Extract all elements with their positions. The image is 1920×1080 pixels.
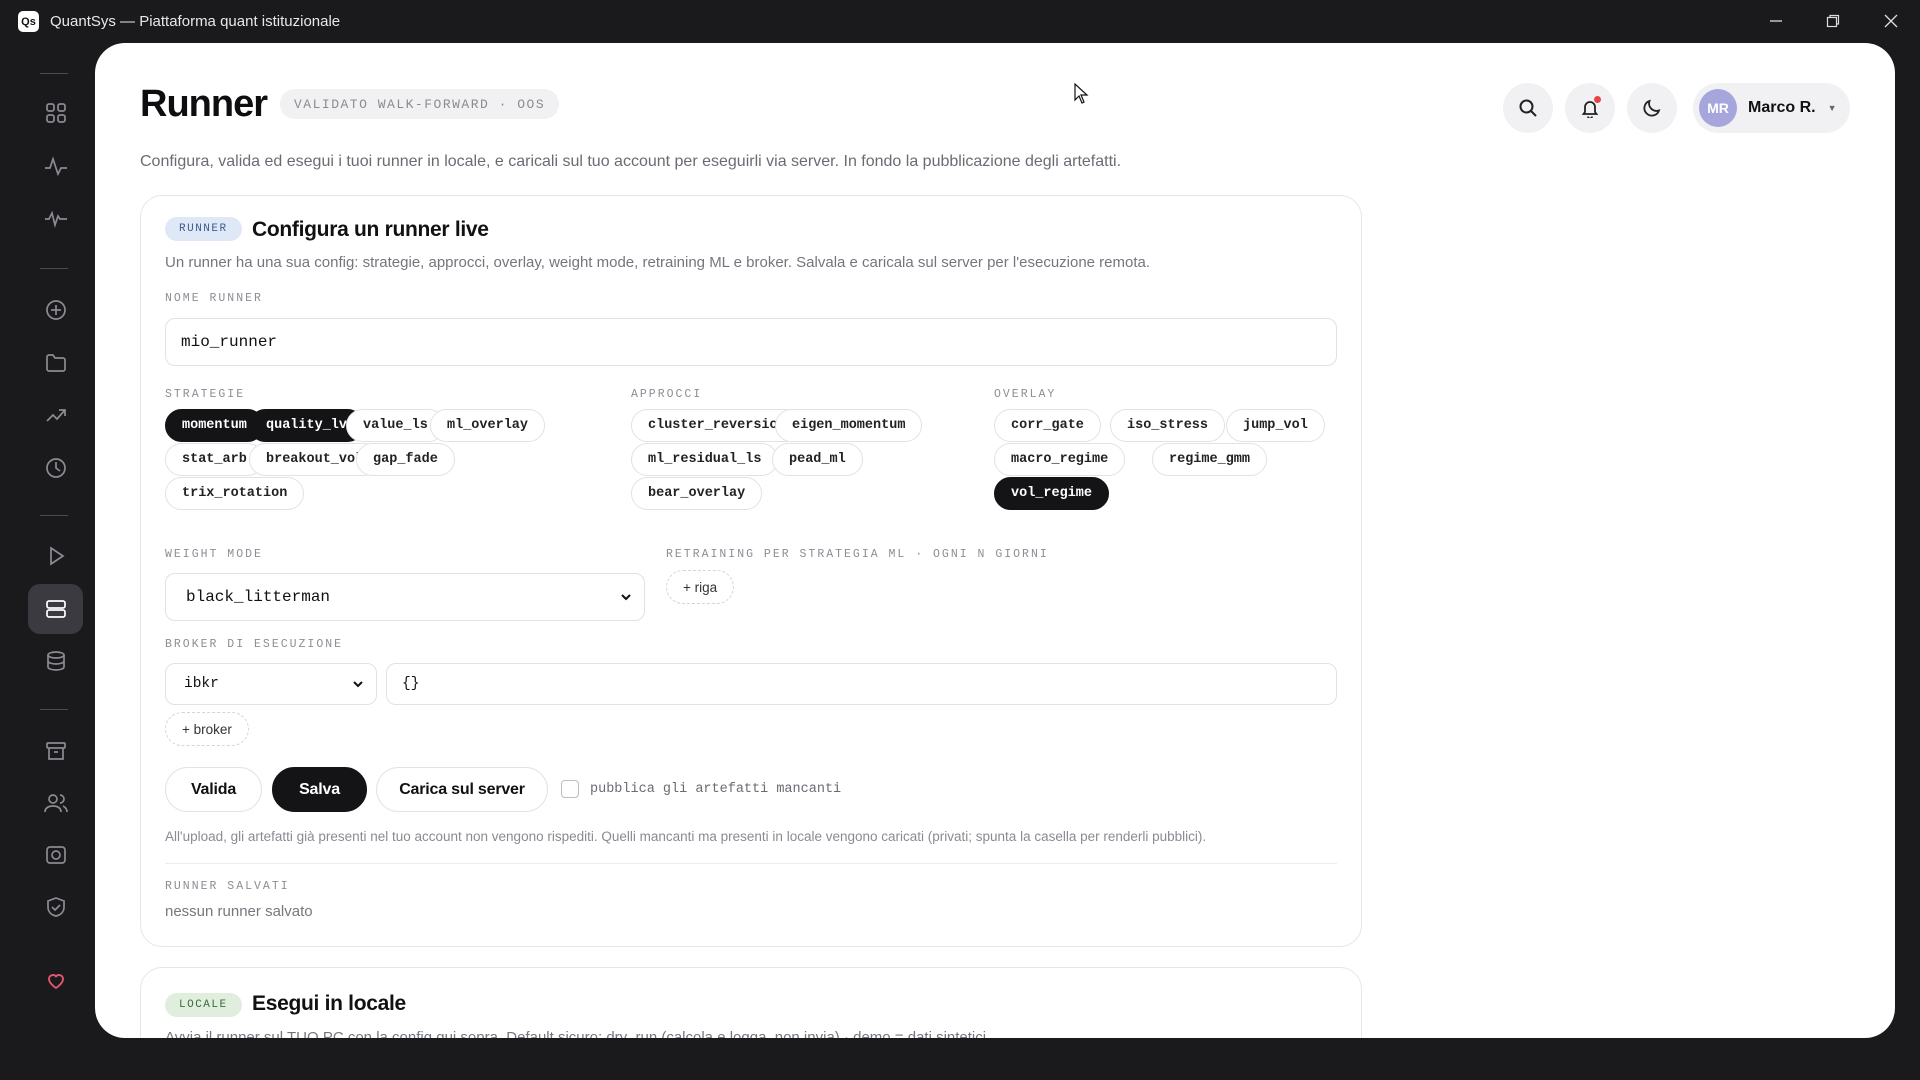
runner-name-label: NOME RUNNER [165,292,263,305]
card-subtitle: Un runner ha una sua config: strategie, … [165,254,1151,271]
users-icon[interactable] [28,778,83,828]
saved-runners-label: RUNNER SALVATI [165,880,290,893]
grid-icon[interactable] [28,88,83,138]
broker-config-input[interactable]: {} [386,663,1337,705]
title-bar: Qs QuantSys — Piattaforma quant istituzi… [0,0,1920,43]
main-panel: Runner VALIDATO WALK-FORWARD · OOS Confi… [95,43,1895,1038]
runner-config-card: RUNNER Configura un runner live Un runne… [140,195,1362,947]
broker-value: ibkr [184,676,219,692]
page-description: Configura, valida ed esegui i tuoi runne… [140,153,1122,170]
save-button[interactable]: Salva [272,767,367,812]
chevron-down-icon [621,594,631,601]
sidebar-divider [40,709,68,710]
mouse-cursor [1074,83,1089,104]
archive-icon[interactable] [28,726,83,776]
search-button[interactable] [1503,83,1553,133]
strategy-chip-trix-rotation[interactable]: trix_rotation [165,477,305,510]
shield-check-icon[interactable] [28,882,83,932]
local-run-card: LOCALE Esegui in locale Avvia il runner … [140,967,1362,1038]
publish-artifacts-label[interactable]: pubblica gli artefatti mancanti [590,782,841,797]
card-tag: RUNNER [165,217,242,241]
folder-icon[interactable] [28,338,83,388]
card-title: Esegui in locale [252,992,406,1015]
search-icon [1519,99,1537,117]
overlay-chip-macro-regime[interactable]: macro_regime [994,443,1126,476]
database-icon[interactable] [28,636,83,686]
heart-icon[interactable] [28,956,83,1006]
weight-mode-label: WEIGHT MODE [165,548,263,561]
card-tag: LOCALE [165,993,242,1017]
clock-icon[interactable] [28,443,83,493]
avatar: MR [1699,89,1737,127]
sidebar-divider [40,268,68,269]
trending-up-icon[interactable] [28,390,83,440]
weight-mode-select[interactable]: black_litterman [165,573,645,621]
play-icon[interactable] [28,531,83,581]
overlay-label: OVERLAY [994,388,1057,401]
strategy-chip-ml-overlay[interactable]: ml_overlay [430,409,546,442]
close-icon[interactable] [1871,8,1911,34]
upload-note: All'upload, gli artefatti già presenti n… [165,829,1207,844]
server-icon[interactable] [28,584,83,634]
approaches-label: APPROCCI [631,388,703,401]
saved-runners-empty: nessun runner salvato [165,903,313,920]
notifications-button[interactable] [1565,83,1615,133]
approach-chip-pead-ml[interactable]: pead_ml [772,443,863,476]
weight-mode-value: black_litterman [186,588,331,606]
overlay-chip-regime-gmm[interactable]: regime_gmm [1152,443,1268,476]
restore-icon[interactable] [1813,8,1853,34]
approach-chip-bear-overlay[interactable]: bear_overlay [631,477,763,510]
page-title: Runner [140,83,268,125]
theme-toggle-button[interactable] [1627,83,1677,133]
card-subtitle: Avvia il runner sul TUO PC con la config… [165,1029,991,1038]
overlay-chip-jump-vol[interactable]: jump_vol [1226,409,1325,442]
user-menu[interactable]: MR Marco R. ▼ [1693,83,1850,133]
overlay-chip-corr-gate[interactable]: corr_gate [994,409,1101,442]
strategies-label: STRATEGIE [165,388,246,401]
add-broker-button[interactable]: + broker [165,712,249,746]
approach-chip-eigen-momentum[interactable]: eigen_momentum [775,409,923,442]
minimize-icon[interactable] [1756,8,1796,34]
notification-dot [1594,96,1601,103]
approach-chip-ml-residual-ls[interactable]: ml_residual_ls [631,443,779,476]
overlay-chip-vol-regime[interactable]: vol_regime [994,477,1110,510]
window-title: QuantSys — Piattaforma quant istituziona… [50,13,341,30]
broker-label: BROKER DI ESECUZIONE [165,638,344,651]
plus-circle-icon[interactable] [28,285,83,335]
broker-select[interactable]: ibkr [165,663,377,705]
chevron-down-icon: ▼ [1827,103,1837,113]
add-row-button[interactable]: + riga [666,570,735,604]
validate-button[interactable]: Valida [165,767,262,812]
section-divider [165,863,1337,864]
moon-icon [1643,99,1661,117]
sidebar [0,43,95,1080]
strategy-chip-gap-fade[interactable]: gap_fade [356,443,455,476]
chevron-down-icon [353,681,363,688]
app-logo: Qs [18,11,39,32]
runner-name-input[interactable]: mio_runner [165,318,1337,366]
upload-server-button[interactable]: Carica sul server [376,767,548,812]
card-title: Configura un runner live [252,218,489,241]
validation-badge: VALIDATO WALK-FORWARD · OOS [280,89,560,119]
retraining-label: RETRAINING PER STRATEGIA ML · OGNI N GIO… [666,548,1049,561]
heartbeat-icon[interactable] [28,194,83,244]
user-name: Marco R. [1748,99,1816,116]
pulse-icon[interactable] [28,141,83,191]
sidebar-divider [40,515,68,516]
camera-icon[interactable] [28,830,83,880]
overlay-chip-iso-stress[interactable]: iso_stress [1110,409,1226,442]
sidebar-divider [40,73,68,74]
publish-artifacts-checkbox[interactable] [561,780,579,798]
